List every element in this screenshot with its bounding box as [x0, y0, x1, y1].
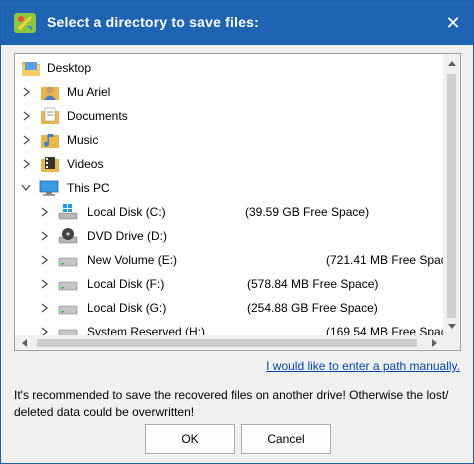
- drive-icon: [58, 281, 78, 291]
- cancel-button[interactable]: Cancel: [241, 424, 331, 454]
- drive-label: New Volume (E:): [87, 253, 178, 267]
- app-logo-icon: [14, 13, 36, 33]
- tree-item-this-pc[interactable]: This PC: [15, 176, 445, 200]
- recommendation-note: It's recommended to save the recovered f…: [14, 388, 449, 419]
- tree-item-drive-c[interactable]: Local Disk (C:) (39.59 GB Free Space): [15, 200, 445, 224]
- scroll-down-icon[interactable]: [443, 318, 460, 335]
- scroll-right-icon[interactable]: [426, 335, 443, 350]
- chevron-right-icon[interactable]: [39, 230, 51, 242]
- tree-item-drive-f[interactable]: Local Disk (F:) (578.84 MB Free Space): [15, 272, 445, 296]
- chevron-right-icon[interactable]: [21, 110, 33, 122]
- tree-item-label: Documents: [67, 109, 128, 123]
- scroll-left-icon[interactable]: [15, 335, 32, 350]
- tree-item-music[interactable]: Music: [15, 128, 445, 152]
- drive-label: Local Disk (G:): [87, 301, 167, 315]
- drive-label: Local Disk (C:): [87, 205, 166, 219]
- computer-icon: [39, 180, 59, 196]
- chevron-right-icon[interactable]: [21, 86, 33, 98]
- tree-item-desktop[interactable]: Desktop: [15, 56, 445, 80]
- vertical-scrollbar[interactable]: [443, 54, 460, 335]
- drive-icon: [58, 305, 78, 315]
- tree-item-drive-e[interactable]: New Volume (E:) (721.41 MB Free Space): [15, 248, 457, 272]
- directory-tree[interactable]: Desktop Mu Ariel Documents Music Videos …: [14, 53, 461, 351]
- close-button[interactable]: ✕: [433, 1, 473, 45]
- chevron-right-icon[interactable]: [39, 302, 51, 314]
- drive-free-space: (254.88 GB Free Space): [247, 301, 378, 315]
- horizontal-scroll-thumb[interactable]: [37, 339, 417, 347]
- windows-drive-icon: [58, 204, 78, 220]
- tree-item-drive-g[interactable]: Local Disk (G:) (254.88 GB Free Space): [15, 296, 445, 320]
- horizontal-scrollbar[interactable]: [15, 335, 443, 350]
- tree-item-videos[interactable]: Videos: [15, 152, 445, 176]
- drive-free-space: (721.41 MB Free Space): [326, 253, 458, 267]
- title-bar: Select a directory to save files: ✕: [1, 1, 473, 45]
- close-icon: ✕: [445, 12, 461, 33]
- tree-item-label: Videos: [67, 157, 104, 171]
- chevron-right-icon[interactable]: [21, 134, 33, 146]
- documents-folder-icon: [41, 107, 59, 124]
- tree-item-label: Desktop: [47, 61, 92, 75]
- tree-item-drive-d[interactable]: DVD Drive (D:): [15, 224, 445, 248]
- drive-free-space: (39.59 GB Free Space): [245, 205, 370, 219]
- dvd-drive-icon: [58, 228, 78, 244]
- tree-item-label: Mu Ariel: [67, 85, 111, 99]
- ok-button[interactable]: OK: [145, 424, 235, 454]
- videos-folder-icon: [41, 157, 59, 172]
- chevron-right-icon[interactable]: [21, 158, 33, 170]
- scroll-corner: [443, 335, 460, 350]
- scroll-up-icon[interactable]: [443, 54, 460, 71]
- tree-item-label: This PC: [67, 181, 110, 195]
- tree-item-documents[interactable]: Documents: [15, 104, 445, 128]
- tree-item-label: Music: [67, 133, 99, 147]
- vertical-scroll-thumb[interactable]: [447, 74, 456, 318]
- chevron-down-icon[interactable]: [20, 182, 32, 194]
- drive-icon: [58, 257, 78, 267]
- folder-icon: [22, 62, 40, 76]
- enter-path-manually-link[interactable]: I would like to enter a path manually.: [266, 359, 460, 373]
- user-folder-icon: [41, 86, 59, 100]
- tree-item-mu-ariel[interactable]: Mu Ariel: [15, 80, 445, 104]
- drive-label: Local Disk (F:): [87, 277, 165, 291]
- music-folder-icon: [41, 134, 59, 148]
- chevron-right-icon[interactable]: [39, 278, 51, 290]
- drive-label: DVD Drive (D:): [87, 229, 167, 243]
- dialog-title: Select a directory to save files:: [47, 14, 260, 30]
- save-directory-dialog: Select a directory to save files: ✕ Desk…: [0, 0, 474, 464]
- chevron-right-icon[interactable]: [39, 206, 51, 218]
- drive-free-space: (578.84 MB Free Space): [247, 277, 379, 291]
- chevron-right-icon[interactable]: [39, 254, 51, 266]
